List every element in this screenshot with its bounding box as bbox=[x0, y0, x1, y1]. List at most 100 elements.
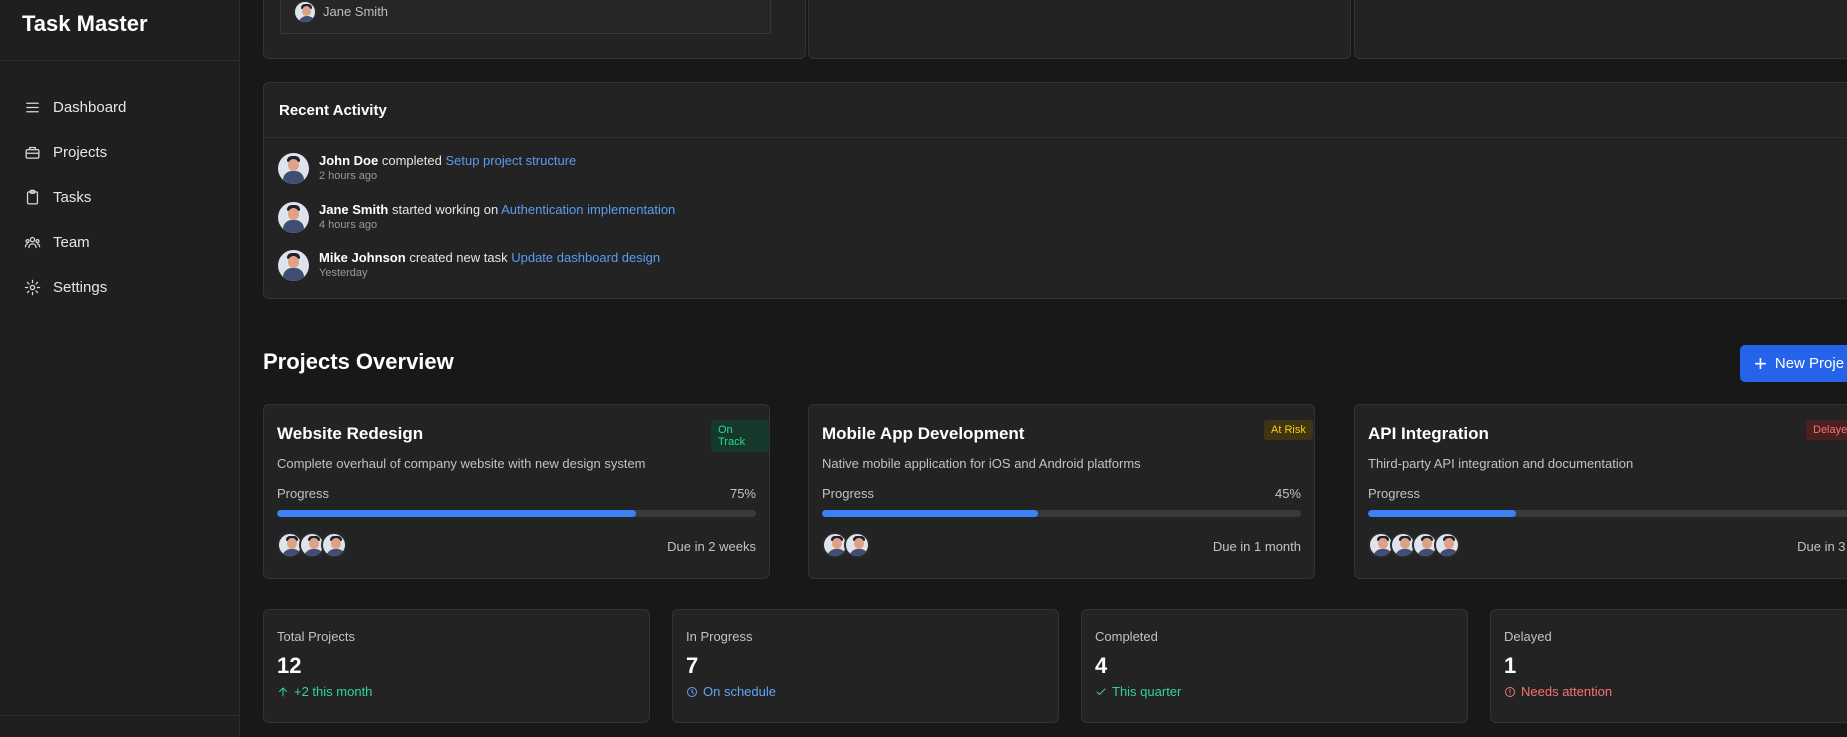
activity-text: John Doe completed Setup project structu… bbox=[319, 152, 576, 169]
project-title: API Integration bbox=[1368, 424, 1489, 443]
project-description: Third-party API integration and document… bbox=[1368, 456, 1634, 471]
stat-note: +2 this month bbox=[277, 684, 372, 699]
project-card[interactable]: Website Redesign On Track Complete overh… bbox=[263, 404, 770, 579]
assignee-name: Jane Smith bbox=[323, 4, 389, 19]
stat-card-completed: Completed 4 This quarter bbox=[1081, 609, 1468, 723]
stat-note-text: On schedule bbox=[703, 684, 776, 699]
new-project-button[interactable]: + New Proje bbox=[1740, 345, 1847, 382]
gear-icon bbox=[24, 279, 41, 296]
progress-percent: 75% bbox=[729, 486, 756, 501]
project-description: Native mobile application for iOS and An… bbox=[822, 456, 1141, 471]
sidebar-nav: Dashboard Projects Tasks Team Settings bbox=[0, 61, 239, 310]
top-card: Jane Smith bbox=[263, 0, 806, 59]
activity-user: Mike Johnson bbox=[319, 250, 406, 265]
member-avatars bbox=[822, 532, 870, 558]
progress-percent: 45% bbox=[1274, 486, 1301, 501]
sidebar-item-dashboard[interactable]: Dashboard bbox=[0, 85, 239, 130]
progress-bar bbox=[1368, 510, 1847, 517]
top-card bbox=[808, 0, 1351, 59]
stat-card-in-progress: In Progress 7 On schedule bbox=[672, 609, 1059, 723]
activity-user: Jane Smith bbox=[319, 202, 389, 217]
progress-fill bbox=[277, 510, 637, 517]
progress-label: Progress bbox=[277, 486, 330, 501]
project-description: Complete overhaul of company website wit… bbox=[277, 456, 646, 471]
stat-card-delayed: Delayed 1 Needs attention bbox=[1490, 609, 1847, 723]
stat-note: On schedule bbox=[686, 684, 776, 699]
stat-value: 4 bbox=[1095, 653, 1108, 678]
stat-label: Total Projects bbox=[277, 629, 356, 644]
activity-item: Mike Johnson created new task Update das… bbox=[278, 249, 660, 281]
sidebar-divider bbox=[0, 715, 239, 716]
activity-time: 4 hours ago bbox=[319, 219, 378, 231]
progress-bar bbox=[822, 510, 1301, 517]
member-avatar[interactable] bbox=[321, 532, 347, 558]
due-date: Due in 3 wee bbox=[1797, 539, 1847, 554]
member-avatars bbox=[277, 532, 347, 558]
top-card bbox=[1354, 0, 1847, 59]
activity-text: Jane Smith started working on Authentica… bbox=[319, 201, 675, 218]
sidebar-item-team[interactable]: Team bbox=[0, 220, 239, 265]
stat-note-text: Needs attention bbox=[1521, 684, 1613, 699]
activity-user: John Doe bbox=[319, 153, 379, 168]
activity-task-link[interactable]: Update dashboard design bbox=[511, 250, 660, 265]
avatar bbox=[278, 153, 309, 184]
briefcase-icon bbox=[25, 146, 40, 159]
status-badge: On Track bbox=[711, 420, 769, 452]
member-avatars bbox=[1368, 532, 1460, 558]
member-avatar[interactable] bbox=[1434, 532, 1460, 558]
team-icon bbox=[24, 236, 41, 249]
activity-action: completed bbox=[381, 153, 442, 168]
sidebar-item-settings[interactable]: Settings bbox=[0, 265, 239, 310]
sidebar-item-tasks[interactable]: Tasks bbox=[0, 175, 239, 220]
due-date: Due in 2 weeks bbox=[667, 539, 756, 554]
menu-icon bbox=[26, 102, 39, 113]
stat-note-text: +2 this month bbox=[294, 684, 373, 699]
stat-value: 1 bbox=[1504, 653, 1517, 678]
stat-note: Needs attention bbox=[1504, 684, 1612, 699]
activity-action: created new task bbox=[409, 250, 508, 265]
activity-task-link[interactable]: Authentication implementation bbox=[501, 202, 675, 217]
avatar bbox=[278, 250, 309, 281]
projects-overview-title: Projects Overview bbox=[263, 349, 454, 374]
sidebar-item-label: Dashboard bbox=[53, 99, 127, 116]
recent-activity-card: Recent Activity John Doe completed Setup… bbox=[263, 82, 1847, 299]
alert-icon bbox=[1505, 686, 1515, 697]
activity-item: John Doe completed Setup project structu… bbox=[278, 152, 576, 184]
recent-activity-title: Recent Activity bbox=[279, 102, 387, 119]
activity-item: Jane Smith started working on Authentica… bbox=[278, 201, 675, 233]
clock-icon bbox=[687, 686, 697, 697]
status-badge: Delaye bbox=[1806, 420, 1847, 440]
clipboard-icon bbox=[26, 189, 39, 205]
stat-value: 7 bbox=[686, 653, 699, 678]
progress-fill bbox=[822, 510, 1038, 517]
progress-label: Progress bbox=[1368, 486, 1421, 501]
sidebar-item-label: Projects bbox=[53, 144, 108, 161]
sidebar-item-label: Team bbox=[53, 234, 90, 251]
activity-task-link[interactable]: Setup project structure bbox=[445, 153, 576, 168]
project-card[interactable]: Mobile App Development At Risk Native mo… bbox=[808, 404, 1315, 579]
progress-label: Progress bbox=[822, 486, 875, 501]
member-avatar[interactable] bbox=[844, 532, 870, 558]
activity-time: Yesterday bbox=[319, 267, 368, 279]
status-badge: At Risk bbox=[1264, 420, 1313, 440]
project-title: Mobile App Development bbox=[822, 424, 1025, 443]
progress-bar bbox=[277, 510, 756, 517]
avatar bbox=[278, 202, 309, 233]
stat-card-total-projects: Total Projects 12 +2 this month bbox=[263, 609, 650, 723]
divider bbox=[264, 137, 1847, 138]
arrow-up-icon bbox=[279, 687, 287, 696]
stat-note: This quarter bbox=[1095, 684, 1181, 699]
stat-value: 12 bbox=[277, 653, 302, 678]
sidebar-item-label: Tasks bbox=[53, 189, 92, 206]
app-title: Task Master bbox=[0, 0, 239, 61]
sidebar-item-label: Settings bbox=[53, 279, 108, 296]
task-assignee-row[interactable]: Jane Smith bbox=[280, 0, 771, 34]
sidebar-item-projects[interactable]: Projects bbox=[0, 130, 239, 175]
new-project-label: New Proje bbox=[1774, 355, 1845, 372]
project-card[interactable]: API Integration Delaye Third-party API i… bbox=[1354, 404, 1847, 579]
sidebar: Task Master Dashboard Projects Tasks Tea… bbox=[0, 0, 240, 737]
plus-icon: + bbox=[1754, 350, 1767, 376]
stat-label: Completed bbox=[1095, 629, 1158, 644]
check-icon bbox=[1096, 688, 1106, 695]
project-title: Website Redesign bbox=[277, 424, 424, 443]
